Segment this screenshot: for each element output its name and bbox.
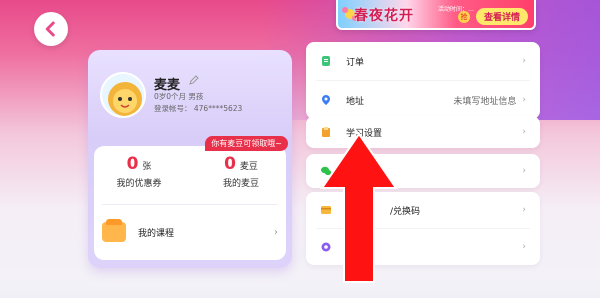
profile-account: 登录帐号： 476****5623 xyxy=(154,104,243,113)
coupon-stat[interactable]: 0张 我的优惠券 xyxy=(94,154,184,189)
menu-item-address[interactable]: 地址 未填写地址信息 › xyxy=(306,81,540,119)
menu-item-orders[interactable]: 订单 › xyxy=(306,42,540,80)
bottom-bar xyxy=(0,284,600,298)
banner-small-text: 活动时间：… xyxy=(438,6,475,13)
profile-age-gender: 0岁0个月 男孩 xyxy=(154,92,204,101)
maidou-unit: 麦豆 xyxy=(239,162,258,172)
menu-label: 订单 xyxy=(346,57,365,68)
banner-details-button[interactable]: 查看详情 xyxy=(475,8,528,25)
order-icon xyxy=(322,56,330,66)
banner-coin-icon: 抢 xyxy=(458,11,470,23)
coupon-label: 我的优惠券 xyxy=(116,179,162,189)
coupon-count: 0 xyxy=(126,154,139,174)
chevron-right-icon: › xyxy=(522,95,526,105)
menu-label: /兑换码 xyxy=(390,206,421,217)
address-value: 未填写地址信息 xyxy=(453,96,517,107)
chevron-right-icon: › xyxy=(522,127,526,137)
back-button[interactable] xyxy=(34,12,68,46)
my-courses-label: 我的课程 xyxy=(138,228,175,239)
promo-banner[interactable]: 春夜花开 活动时间：… 抢 查看详情 xyxy=(336,0,536,30)
my-courses-row[interactable]: 我的课程 › xyxy=(102,212,278,252)
maidou-count: 0 xyxy=(224,154,236,174)
avatar[interactable] xyxy=(100,72,146,118)
menu-card-orders: 订单 › 地址 未填写地址信息 › xyxy=(306,42,540,119)
profile-stats-card: 0张 我的优惠券 0 麦豆 我的麦豆 我的课程 › xyxy=(94,146,286,260)
red-arrow-annotation-icon xyxy=(320,132,398,283)
divider xyxy=(102,204,278,205)
menu-label: 地址 xyxy=(346,96,365,107)
edit-pencil-icon[interactable] xyxy=(188,74,200,86)
maidou-label: 我的麦豆 xyxy=(222,179,259,189)
banner-title: 春夜花开 xyxy=(354,8,414,24)
back-arrow-icon xyxy=(45,21,55,37)
chevron-right-icon: › xyxy=(522,242,526,252)
location-icon xyxy=(322,95,330,105)
coupon-unit: 张 xyxy=(142,162,152,172)
chevron-right-icon: › xyxy=(522,56,526,66)
maidou-stat[interactable]: 0 麦豆 我的麦豆 xyxy=(196,154,286,189)
chevron-right-icon: › xyxy=(274,226,278,238)
chevron-right-icon: › xyxy=(522,166,526,176)
chevron-right-icon: › xyxy=(522,205,526,215)
maidou-promo-badge[interactable]: 你有麦豆可领取哦~ xyxy=(205,136,288,151)
profile-card: 麦麦 0岁0个月 男孩 登录帐号： 476****5623 0张 我的优惠券 0… xyxy=(88,50,292,268)
lion-avatar-icon xyxy=(102,74,144,116)
course-box-icon xyxy=(102,219,126,242)
